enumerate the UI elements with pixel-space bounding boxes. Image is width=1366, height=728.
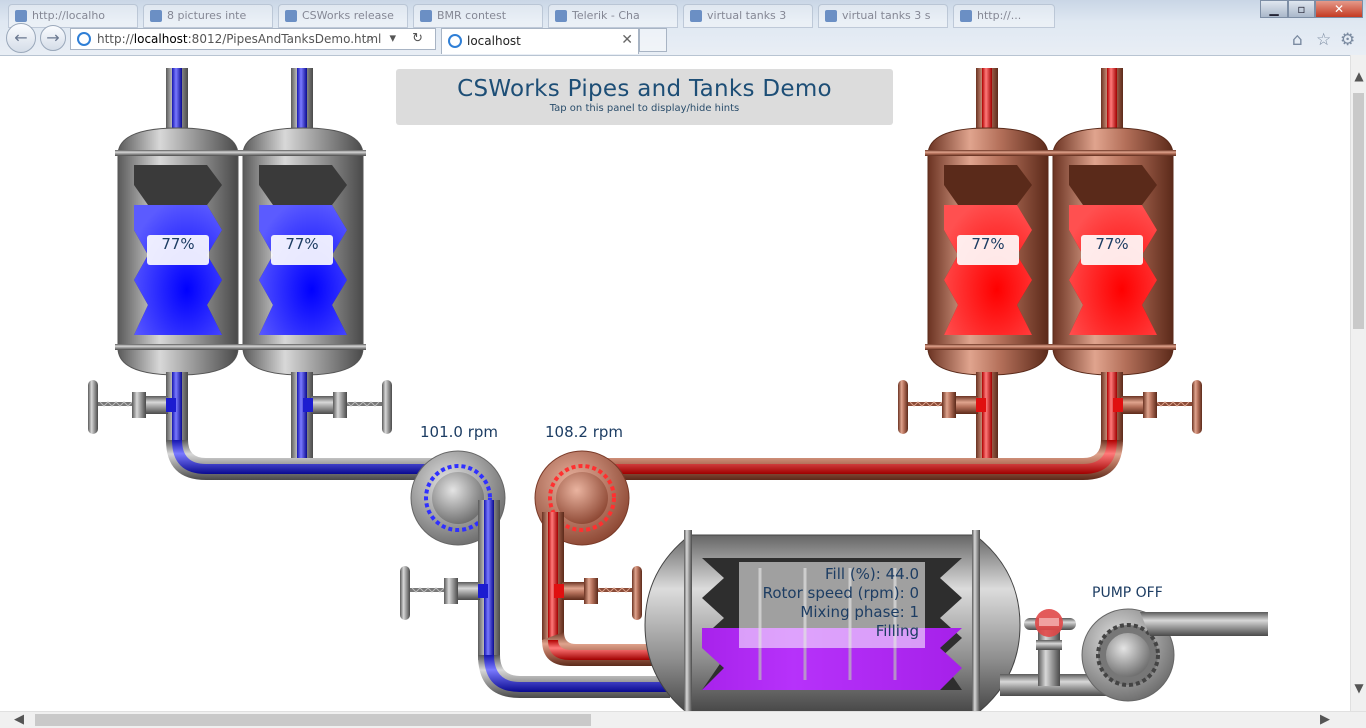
pump[interactable] [1081,608,1175,702]
active-tab[interactable]: localhost ✕ [441,28,639,54]
outlet-liquid [982,372,992,462]
tab-favicon-icon [448,34,462,48]
inlet-liquid [297,68,307,132]
tank-liquid [1069,205,1157,335]
pump-valve[interactable] [1024,609,1076,650]
mixer-rotor-speed-text: Rotor speed (rpm): 0 [762,584,919,602]
background-tab[interactable]: virtual tanks 3 s [818,4,948,28]
mixer-fill-text: Fill (%): 44.0 [825,565,919,583]
inlet-liquid [172,68,182,132]
browser-chrome: http://localho 8 pictures inte CSWorks r… [0,0,1366,56]
forward-arrow-icon: → [46,28,60,47]
back-arrow-icon: ← [14,28,28,47]
valve-blue-2[interactable] [303,380,392,434]
valve-red-3[interactable] [554,566,642,620]
settings-gear-icon[interactable]: ⚙ [1340,30,1355,50]
plant-diagram [88,68,1268,711]
forward-button[interactable]: → [40,25,66,51]
rotor-rpm-label: 108.2 rpm [545,423,624,441]
tank-level-label: 77% [271,235,333,265]
tank-liquid [259,205,347,335]
feed-liquid [484,500,494,660]
pump-pipe [1038,630,1060,686]
pump-status-label: PUMP OFF [1092,585,1163,601]
vertical-scroll-thumb[interactable] [1353,93,1364,329]
tank-level-label: 77% [147,235,209,265]
tab-favicon-icon [960,10,972,22]
address-url[interactable]: http://localhost:8012/PipesAndTanksDemo.… [97,29,381,49]
address-tools[interactable]: ⌕ ▾ ↻ [366,29,429,49]
active-tab-title: localhost [467,34,521,48]
scroll-left-icon[interactable]: ◀ [14,712,24,727]
tab-favicon-icon [150,10,162,22]
valve-red-1[interactable] [898,380,986,434]
demo-canvas: CSWorks Pipes and Tanks Demo Tap on this… [0,55,1350,711]
tab-close-icon[interactable]: ✕ [621,32,633,48]
home-icon[interactable]: ⌂ [1292,30,1303,50]
scroll-up-icon[interactable]: ▲ [1352,69,1366,83]
vertical-scrollbar[interactable]: ▲ ▼ [1350,55,1366,711]
tank-liquid [944,205,1032,335]
feed-liquid [548,512,558,642]
valve-red-2[interactable] [1113,380,1202,434]
title-panel[interactable]: CSWorks Pipes and Tanks Demo Tap on this… [396,69,893,125]
mixer-info-panel: Fill (%): 44.0 Rotor speed (rpm): 0 Mixi… [739,562,925,648]
hint-toggle-text: Tap on this panel to display/hide hints [549,103,740,114]
valve-blue-1[interactable] [88,380,176,434]
window-close-button[interactable]: ✕ [1315,0,1363,18]
scroll-right-icon[interactable]: ▶ [1320,712,1330,727]
tab-favicon-icon [420,10,432,22]
horizontal-scrollbar[interactable]: ◀ ▶ [0,711,1366,728]
minimize-button[interactable]: ▁ [1260,0,1288,18]
tab-favicon-icon [555,10,567,22]
favorites-star-icon[interactable]: ☆ [1316,30,1331,50]
tank-level-label: 77% [1081,235,1143,265]
new-tab-button[interactable] [639,28,667,52]
horizontal-scroll-thumb[interactable] [35,714,591,726]
background-tab[interactable]: BMR contest [413,4,543,28]
background-tab[interactable]: http://... [953,4,1055,28]
page-title: CSWorks Pipes and Tanks Demo [457,76,832,102]
background-tab[interactable]: Telerik - Cha [548,4,678,28]
tab-favicon-icon [285,10,297,22]
scroll-down-icon[interactable]: ▼ [1352,681,1366,695]
tab-favicon-icon [690,10,702,22]
background-tab[interactable]: CSWorks release [278,4,408,28]
mixer-phase-text: Mixing phase: 1 [800,603,919,621]
back-button[interactable]: ← [6,23,36,53]
rotor-rpm-label: 101.0 rpm [420,423,499,441]
background-tab[interactable]: 8 pictures inte [143,4,273,28]
valve-blue-3[interactable] [400,566,488,620]
inlet-liquid [982,68,992,132]
background-tab[interactable]: virtual tanks 3 [683,4,813,28]
header-liquid [580,440,1117,474]
tank-level-label: 77% [957,235,1019,265]
address-bar[interactable]: http://localhost:8012/PipesAndTanksDemo.… [70,28,436,50]
inlet-liquid [1107,68,1117,132]
outlet-liquid [297,372,307,462]
tab-favicon-icon [825,10,837,22]
ie-logo-icon [77,32,91,46]
tab-favicon-icon [15,10,27,22]
tank-liquid [134,205,222,335]
maximize-button[interactable]: ▫ [1288,0,1315,18]
mixer-state-text: Filling [875,622,919,640]
